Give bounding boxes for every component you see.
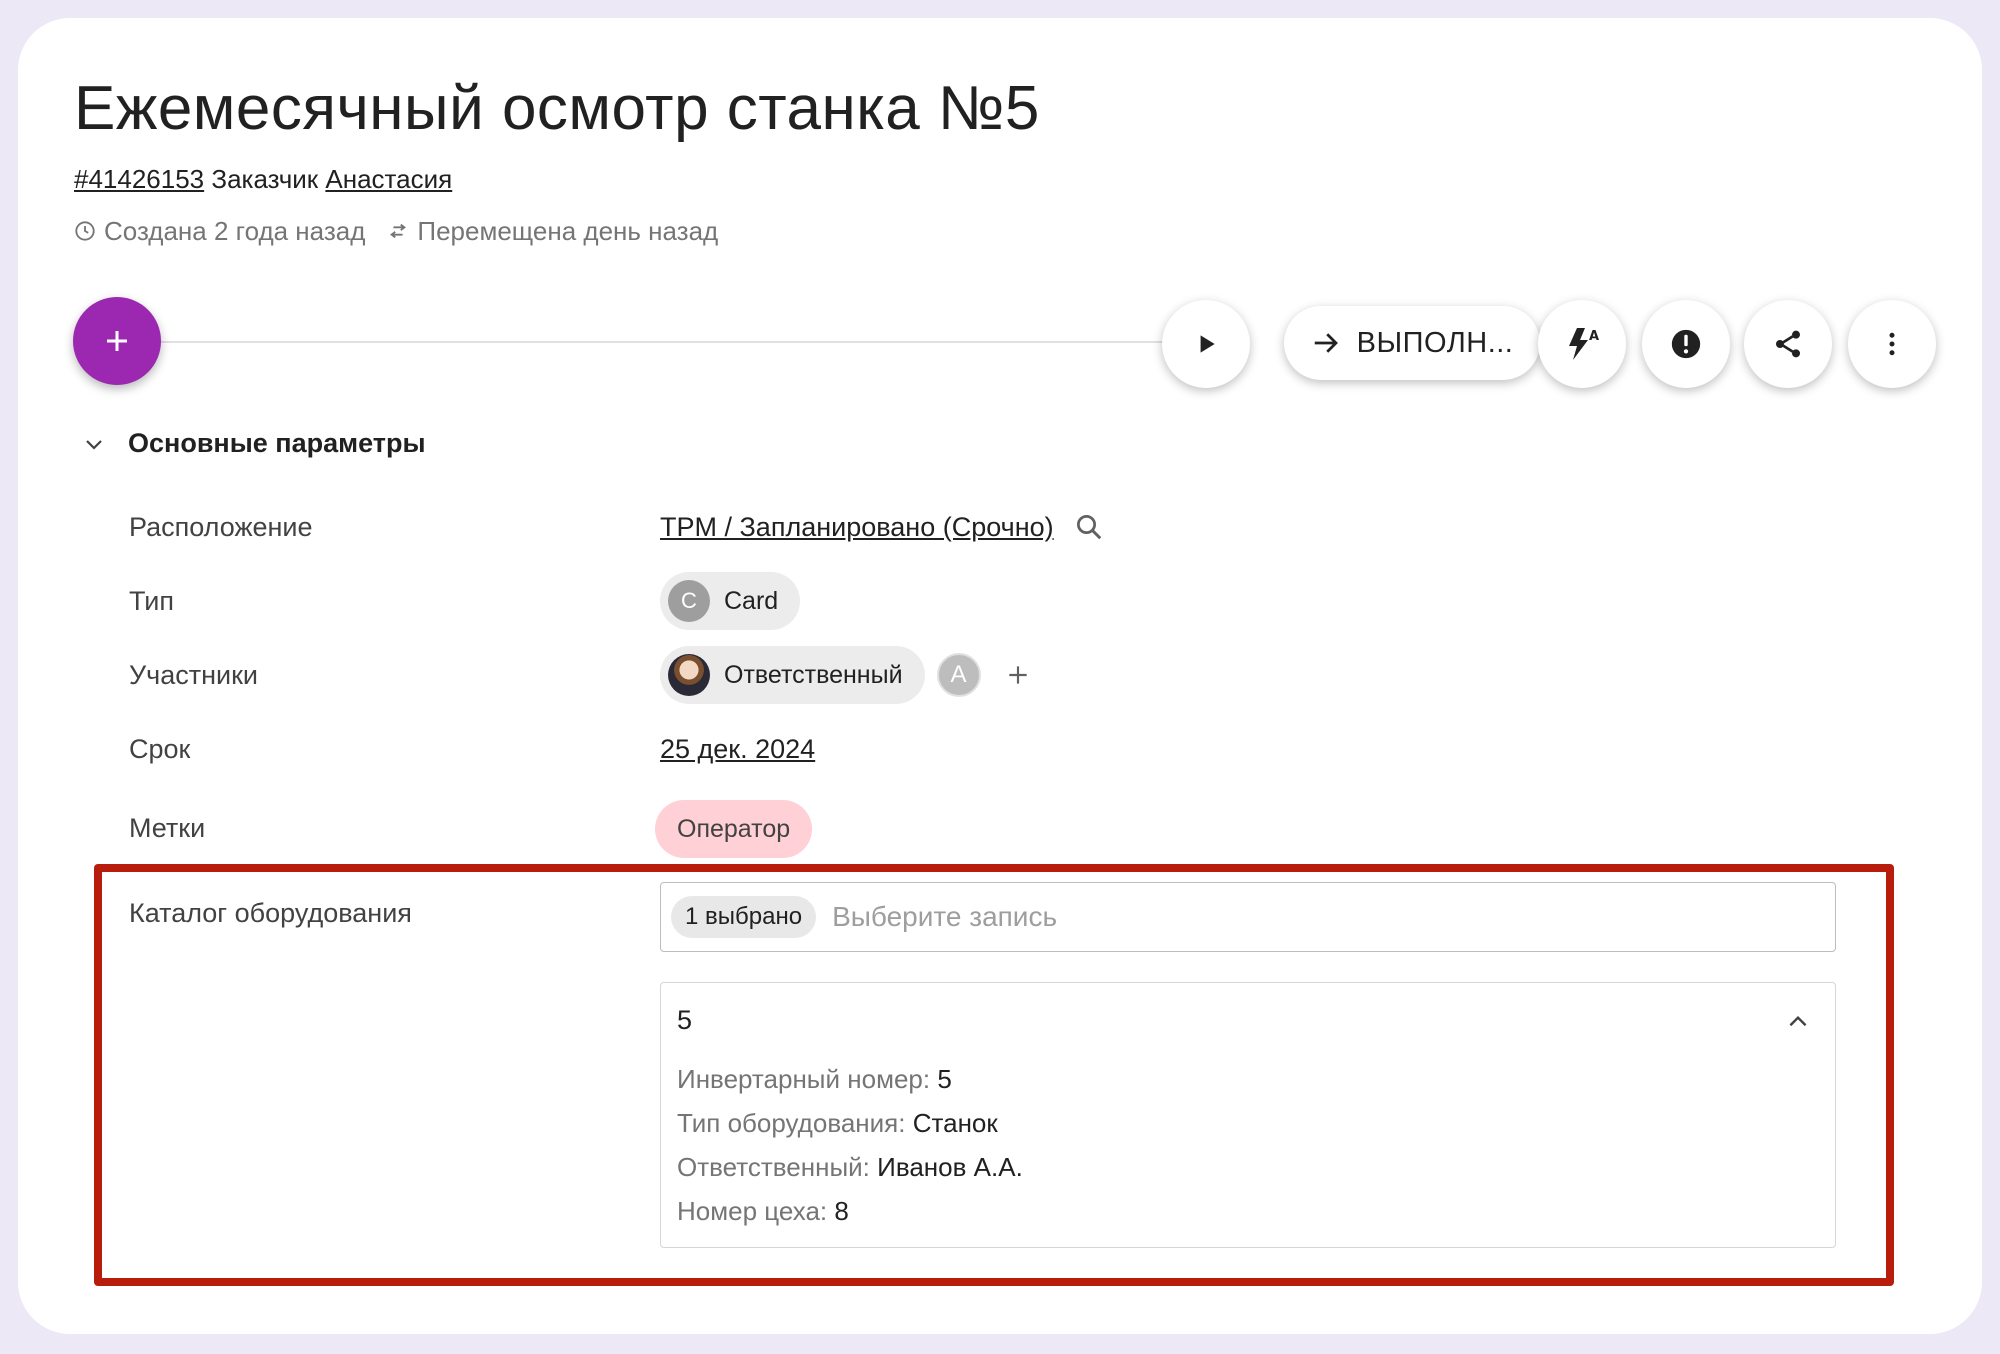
participants-value: Ответственный A xyxy=(660,646,1031,704)
deadline-label: Срок xyxy=(129,734,191,764)
type-chip[interactable]: C Card xyxy=(660,572,801,630)
responsible-chip-label: Ответственный xyxy=(724,660,903,689)
record-field: Ответственный: Иванов А.А. xyxy=(677,1152,1023,1182)
share-button[interactable] xyxy=(1744,300,1832,388)
user-avatar xyxy=(668,654,710,696)
customer-link[interactable]: Анастасия xyxy=(325,164,452,194)
plus-icon xyxy=(107,331,127,351)
tag-chip[interactable]: Оператор xyxy=(655,800,813,858)
responsible-chip[interactable]: Ответственный xyxy=(660,646,925,704)
type-avatar: C xyxy=(668,580,710,622)
more-button[interactable] xyxy=(1848,300,1936,388)
catalog-record: 5 Инвертарный номер: 5 Тип оборудования:… xyxy=(660,982,1836,1248)
chevron-up-icon[interactable] xyxy=(1785,1009,1811,1035)
task-card: Ежемесячный осмотр станка №5 #41426153 З… xyxy=(18,18,1982,1334)
catalog-label: Каталог оборудования xyxy=(129,898,412,928)
start-button[interactable] xyxy=(1162,300,1250,388)
status-button[interactable]: ВЫПОЛН... xyxy=(1284,306,1540,380)
alert-button[interactable] xyxy=(1642,300,1730,388)
task-id-link[interactable]: #41426153 xyxy=(74,164,204,194)
participant-avatar[interactable]: A xyxy=(936,653,981,697)
section-title: Основные параметры xyxy=(128,428,426,458)
type-value: C Card xyxy=(660,572,801,630)
alert-icon xyxy=(1671,329,1701,359)
record-field: Тип оборудования: Станок xyxy=(677,1108,998,1138)
location-link[interactable]: TPM / Запланировано (Срочно) xyxy=(660,510,1054,544)
task-meta: Создана 2 года назад Перемещена день наз… xyxy=(74,214,718,248)
created-text: Создана 2 года назад xyxy=(104,216,366,246)
catalog-placeholder: Выберите запись xyxy=(832,901,1058,932)
automation-button[interactable]: A xyxy=(1538,300,1626,388)
deadline-value: 25 дек. 2024 xyxy=(660,732,815,766)
more-vert-icon xyxy=(1889,332,1895,356)
page-title: Ежемесячный осмотр станка №5 xyxy=(74,74,1040,143)
automation-bolt-icon: A xyxy=(1569,328,1599,360)
section-header[interactable]: Основные параметры xyxy=(82,428,426,459)
deadline-link[interactable]: 25 дек. 2024 xyxy=(660,734,815,764)
task-subline: #41426153 Заказчик Анастасия xyxy=(74,162,452,196)
search-icon[interactable] xyxy=(1074,512,1104,542)
add-button[interactable] xyxy=(73,297,161,385)
tags-label: Метки xyxy=(129,813,206,843)
add-participant-icon[interactable] xyxy=(1005,662,1031,688)
type-label: Тип xyxy=(129,586,175,616)
customer-label: Заказчик xyxy=(211,164,319,194)
play-icon xyxy=(1200,335,1215,353)
catalog-select[interactable]: 1 выбрано Выберите запись xyxy=(660,882,1836,952)
swap-icon xyxy=(390,223,407,239)
moved-text: Перемещена день назад xyxy=(417,216,719,246)
status-button-label: ВЫПОЛН... xyxy=(1356,326,1514,359)
participants-label: Участники xyxy=(129,660,258,690)
record-title: 5 xyxy=(677,1005,693,1035)
clock-icon xyxy=(75,221,95,241)
tags-value: Оператор xyxy=(655,800,813,858)
chevron-down-icon xyxy=(86,439,102,450)
share-icon xyxy=(1776,330,1800,358)
svg-text:A: A xyxy=(1589,329,1599,344)
record-field: Номер цеха: 8 xyxy=(677,1196,849,1226)
location-value: TPM / Запланировано (Срочно) xyxy=(660,510,1104,544)
toolbar-divider xyxy=(158,341,1208,343)
location-label: Расположение xyxy=(129,512,313,542)
record-field: Инвертарный номер: 5 xyxy=(677,1064,952,1094)
arrow-right-icon xyxy=(1314,333,1338,353)
type-chip-label: Card xyxy=(724,586,779,615)
selected-count-chip[interactable]: 1 выбрано xyxy=(671,896,817,938)
